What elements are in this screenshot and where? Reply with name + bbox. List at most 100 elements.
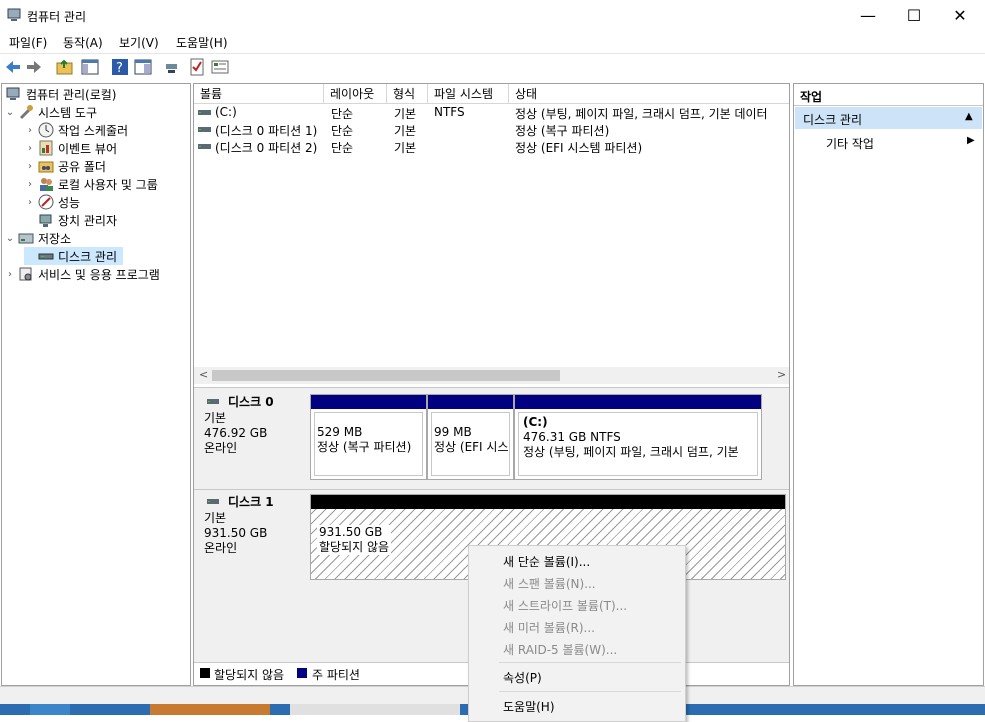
column-header-volume[interactable]: 볼륨 (194, 84, 324, 104)
scroll-right-icon[interactable]: > (777, 368, 786, 381)
chevron-down-icon[interactable]: ⌄ (4, 233, 16, 244)
chevron-right-icon[interactable]: › (24, 179, 36, 190)
tree-item-device-manager[interactable]: 장치 관리자 (24, 211, 117, 229)
volume-icon (198, 127, 211, 132)
menu-item-help[interactable]: 도움말(H) (503, 698, 555, 715)
volume-row[interactable]: (디스크 0 파티션 2) 단순 기본 정상 (EFI 시스템 파티션) (194, 139, 789, 156)
column-header-filesystem[interactable]: 파일 시스템 (428, 84, 509, 104)
chevron-right-icon[interactable]: › (24, 143, 36, 154)
taskbar-search[interactable] (290, 704, 460, 715)
disk-size: 476.92 GB (204, 426, 268, 440)
close-icon: ✕ (953, 5, 967, 25)
unallocated-swatch (200, 668, 210, 678)
column-header-status[interactable]: 상태 (509, 84, 789, 104)
checklist-icon[interactable] (188, 58, 206, 76)
scrollbar-thumb[interactable] (212, 370, 560, 381)
tree-item-disk-management[interactable]: 디스크 관리 (24, 247, 124, 265)
storage-icon (18, 233, 34, 244)
disk-drive-icon (207, 399, 219, 404)
primary-partition-swatch (297, 668, 307, 678)
event-log-icon (39, 140, 53, 156)
chevron-right-icon[interactable]: › (24, 161, 36, 172)
maximize-button[interactable]: ☐ (891, 0, 937, 30)
connect-icon[interactable] (164, 58, 182, 76)
column-header-layout[interactable]: 레이아웃 (324, 84, 387, 104)
actions-section-title: 디스크 관리 (803, 113, 863, 127)
tree-label: 공유 폴더 (58, 159, 106, 174)
column-header-type[interactable]: 형식 (387, 84, 428, 104)
volume-row[interactable]: (디스크 0 파티션 1) 단순 기본 정상 (복구 파티션) (194, 122, 789, 139)
tree-item-services[interactable]: › 서비스 및 응용 프로그램 (4, 265, 160, 283)
legend-primary: 주 파티션 (312, 668, 360, 682)
properties-list-icon[interactable] (211, 58, 229, 76)
chevron-right-icon[interactable]: › (24, 197, 36, 208)
menu-action[interactable]: 동작(A) (63, 34, 103, 51)
menu-item-new-mirror-volume[interactable]: 새 미러 볼륨(R)... (503, 619, 595, 636)
primary-partition-bar (311, 395, 426, 409)
help-icon[interactable]: ? (111, 58, 129, 76)
partition-c[interactable]: (C:) 476.31 GB NTFS 정상 (부팅, 페이지 파일, 크래시 … (514, 394, 762, 480)
close-button[interactable]: ✕ (937, 0, 983, 30)
show-hide-tree-icon[interactable] (81, 58, 99, 76)
actions-header: 작업 (800, 90, 823, 104)
tree-label: 시스템 도구 (38, 105, 98, 120)
menu-item-new-striped-volume[interactable]: 새 스트라이프 볼륨(T)... (503, 597, 627, 614)
taskbar-icon[interactable] (150, 704, 270, 715)
menu-help[interactable]: 도움말(H) (176, 34, 228, 51)
tree-item-shared-folders[interactable]: › 공유 폴더 (24, 157, 106, 175)
chevron-right-icon[interactable]: › (24, 125, 36, 136)
menu-view[interactable]: 보기(V) (119, 34, 159, 51)
scroll-left-icon[interactable]: < (199, 368, 208, 381)
tree-label: 로컬 사용자 및 그룹 (58, 177, 158, 192)
context-menu: 새 단순 볼륨(I)... 새 스팬 볼륨(N)... 새 스트라이프 볼륨(T… (468, 545, 686, 722)
collapse-up-icon[interactable]: ▲ (965, 111, 973, 122)
disk-state: 온라인 (204, 541, 238, 555)
partition-recovery[interactable]: 529 MB 정상 (복구 파티션) (310, 394, 427, 480)
tree-item-event-viewer[interactable]: › 이벤트 뷰어 (24, 139, 117, 157)
svg-text:?: ? (116, 61, 123, 76)
show-action-pane-icon[interactable] (134, 58, 152, 76)
menu-item-new-spanned-volume[interactable]: 새 스팬 볼륨(N)... (503, 575, 596, 592)
actions-pane: 작업 디스크 관리 ▲ 기타 작업 ▶ (793, 83, 984, 686)
partition-status: 정상 (EFI 시스 (434, 440, 509, 454)
unallocated-bar (311, 495, 785, 509)
partition-status: 할당되지 않음 (319, 540, 390, 554)
disk-drive-icon (207, 499, 219, 504)
computer-management-icon (6, 87, 20, 100)
tree-item-system-tools[interactable]: ⌄ 시스템 도구 (4, 103, 97, 121)
taskbar-icon[interactable] (30, 704, 70, 715)
partition-efi[interactable]: 99 MB 정상 (EFI 시스 (427, 394, 514, 480)
tree-item-local-users[interactable]: › 로컬 사용자 및 그룹 (24, 175, 158, 193)
forward-arrow-icon[interactable] (25, 58, 43, 76)
tree-item-task-scheduler[interactable]: › 작업 스케줄러 (24, 121, 128, 139)
submenu-arrow-icon: ▶ (967, 135, 975, 146)
horizontal-scrollbar[interactable]: < > (194, 367, 789, 384)
services-icon (19, 267, 32, 281)
menu-file[interactable]: 파일(F) (9, 34, 47, 51)
more-actions-item[interactable]: 기타 작업 ▶ (795, 132, 982, 152)
volume-row[interactable]: (C:) 단순 기본 NTFS 정상 (부팅, 페이지 파일, 크래시 덤프, … (194, 105, 789, 122)
minimize-button[interactable]: — (845, 0, 891, 30)
actions-section-disk-management[interactable]: 디스크 관리 ▲ (795, 107, 982, 129)
tree-label: 디스크 관리 (58, 249, 118, 264)
disk-1-header[interactable]: 디스크 1 기본 931.50 GB 온라인 (198, 494, 306, 586)
menu-item-properties[interactable]: 속성(P) (503, 669, 542, 686)
chevron-right-icon[interactable]: › (4, 269, 16, 280)
menu-item-new-raid5-volume[interactable]: 새 RAID-5 볼륨(W)... (503, 641, 617, 658)
tree-item-performance[interactable]: › 성능 (24, 193, 80, 211)
menu-separator (499, 662, 681, 663)
tools-icon (19, 105, 33, 120)
back-arrow-icon[interactable] (4, 58, 22, 76)
computer-management-icon (7, 8, 21, 21)
partition-status: 정상 (복구 파티션) (317, 440, 412, 454)
disk-kind: 기본 (204, 411, 227, 425)
up-folder-icon[interactable] (56, 58, 74, 76)
tree-item-storage[interactable]: ⌄ 저장소 (4, 229, 71, 247)
disk-0-header[interactable]: 디스크 0 기본 476.92 GB 온라인 (198, 394, 306, 486)
chevron-down-icon[interactable]: ⌄ (4, 107, 16, 118)
shared-folder-icon (38, 161, 54, 173)
tree-item-root[interactable]: 컴퓨터 관리(로컬) (4, 85, 116, 103)
primary-partition-bar (515, 395, 761, 409)
menu-item-new-simple-volume[interactable]: 새 단순 볼륨(I)... (503, 553, 590, 570)
partition-status: 정상 (부팅, 페이지 파일, 크래시 덤프, 기본 (523, 445, 739, 459)
